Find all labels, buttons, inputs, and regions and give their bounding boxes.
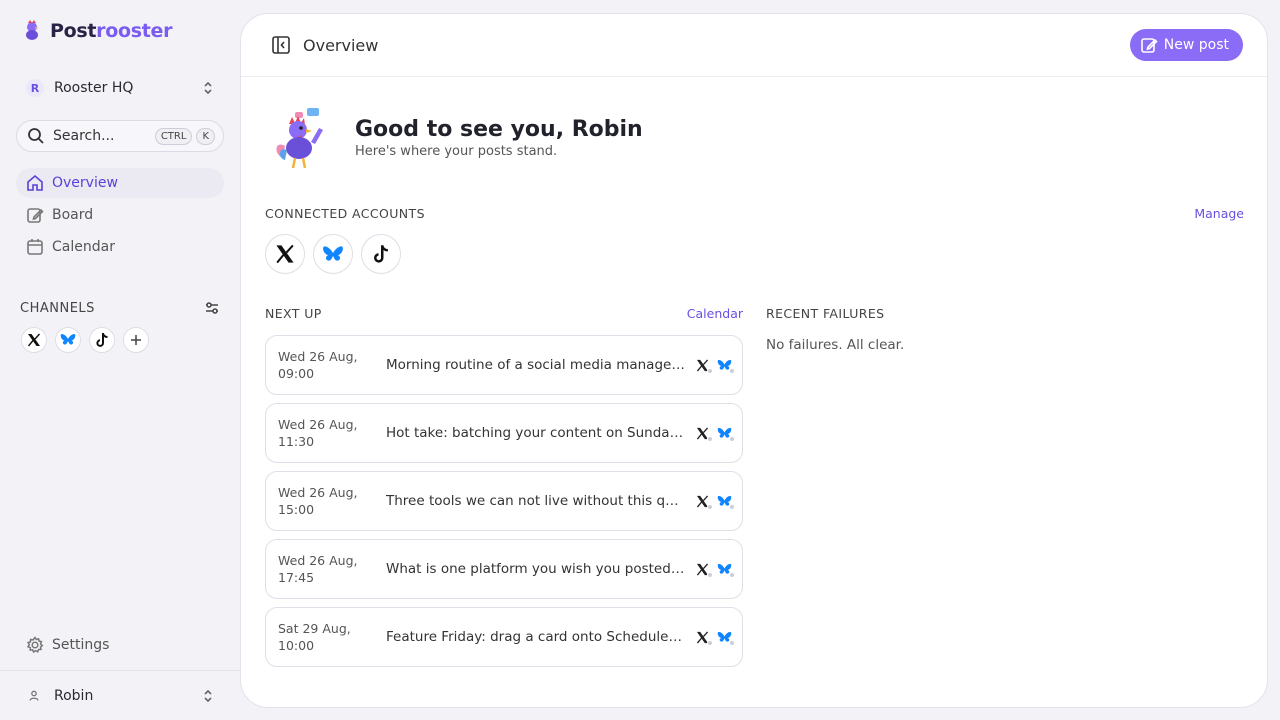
greeting-title: Good to see you, Robin [355, 117, 643, 142]
shortcut-key-k: K [196, 127, 215, 145]
page-title: Overview [303, 35, 379, 55]
settings-label: Settings [52, 637, 110, 653]
home-icon [27, 174, 43, 191]
post-card[interactable]: Wed 26 Aug, 17:45 What is one platform yo… [265, 539, 743, 599]
search-icon [28, 128, 44, 144]
manage-link[interactable]: Manage [1194, 206, 1244, 221]
plus-icon[interactable] [123, 327, 149, 353]
post-time: 15:00 [278, 502, 315, 517]
post-date: Wed 26 Aug, [278, 553, 358, 568]
post-time: 11:30 [278, 434, 315, 449]
post-card[interactable]: Wed 26 Aug, 11:30 Hot take: batching your… [265, 403, 743, 463]
channels-header: CHANNELS [20, 300, 220, 316]
new-post-label: New post [1163, 37, 1229, 53]
post-date: Wed 26 Aug, [278, 485, 358, 500]
main-panel: Overview New post Good to see you, Robin… [240, 13, 1268, 708]
search-label: Search... [53, 128, 115, 144]
nav-item-label: Overview [52, 175, 118, 191]
shortcut-key-ctrl: CTRL [154, 127, 193, 145]
calendar-icon [27, 239, 43, 255]
post-time: 17:45 [278, 570, 315, 585]
post-text: Feature Friday: drag a card onto Schedul… [386, 629, 686, 645]
user-menu[interactable]: Robin [0, 670, 240, 720]
x-logo-icon [694, 561, 713, 578]
edit-icon [27, 208, 44, 223]
calendar-link[interactable]: Calendar [687, 306, 743, 321]
bluesky-logo-icon [716, 357, 735, 374]
x-logo-icon [694, 493, 713, 510]
bluesky-logo-icon[interactable] [313, 234, 353, 274]
collapse-sidebar-icon[interactable] [271, 35, 291, 55]
greeting: Good to see you, Robin Here's where your… [271, 106, 643, 170]
chevron-updown-icon [202, 80, 214, 96]
workspace-name: Rooster HQ [54, 80, 134, 96]
post-text: Morning routine of a social media manage… [386, 357, 686, 373]
bluesky-logo-icon [716, 425, 735, 442]
brand-name-part1: Post [50, 20, 97, 42]
x-logo-icon [694, 425, 713, 442]
bluesky-logo-icon [716, 493, 735, 510]
x-logo-icon[interactable] [265, 234, 305, 274]
connected-accounts-header: CONNECTED ACCOUNTS Manage [265, 206, 1244, 221]
post-text: Hot take: batching your content on Sunda… [386, 425, 686, 441]
recent-failures-empty: No failures. All clear. [766, 337, 905, 353]
bluesky-logo-icon [716, 629, 735, 646]
next-up-header: NEXT UP Calendar [265, 306, 743, 321]
post-time: 10:00 [278, 638, 315, 653]
upcoming-posts-list: Wed 26 Aug, 09:00 Morning routine of a so… [265, 335, 743, 675]
search-button[interactable]: Search... CTRL K [16, 120, 224, 152]
post-card[interactable]: Wed 26 Aug, 09:00 Morning routine of a so… [265, 335, 743, 395]
rooster-logo-icon [26, 20, 39, 40]
main-nav: Overview Board Calendar [16, 168, 224, 264]
post-text: Three tools we can not live without this… [386, 493, 686, 509]
nav-item-board[interactable]: Board [16, 200, 224, 230]
x-logo-icon[interactable] [21, 327, 47, 353]
topbar: Overview New post [241, 14, 1267, 77]
connected-accounts-title: CONNECTED ACCOUNTS [265, 206, 425, 221]
nav-item-label: Board [52, 207, 94, 223]
post-date: Wed 26 Aug, [278, 349, 358, 364]
nav-item-overview[interactable]: Overview [16, 168, 224, 198]
tiktok-logo-icon[interactable] [361, 234, 401, 274]
bluesky-logo-icon[interactable] [55, 327, 81, 353]
greeting-subtitle: Here's where your posts stand. [355, 144, 558, 159]
rooster-mascot-icon [276, 108, 323, 169]
post-time: 09:00 [278, 366, 315, 381]
brand-logo[interactable]: Postrooster [22, 20, 173, 42]
tiktok-logo-icon[interactable] [89, 327, 115, 353]
workspace-switcher[interactable]: R Rooster HQ [16, 72, 224, 104]
nav-item-calendar[interactable]: Calendar [16, 232, 224, 262]
post-date: Sat 29 Aug, [278, 621, 351, 636]
brand-name-part2: rooster [96, 20, 173, 42]
next-up-title: NEXT UP [265, 306, 322, 321]
post-date: Wed 26 Aug, [278, 417, 358, 432]
x-logo-icon [694, 629, 713, 646]
channel-list [21, 327, 149, 353]
nav-item-label: Calendar [52, 239, 115, 255]
channels-title: CHANNELS [20, 300, 95, 316]
post-text: What is one platform you wish you posted… [386, 561, 686, 577]
workspace-avatar: R [26, 79, 44, 97]
recent-failures-title: RECENT FAILURES [766, 306, 885, 321]
new-post-button[interactable]: New post [1129, 29, 1243, 61]
filter-sliders-icon[interactable] [204, 300, 220, 316]
sidebar: Postrooster R Rooster HQ Search... CTRL … [0, 0, 240, 720]
connected-accounts-list [265, 234, 401, 274]
user-icon [29, 690, 39, 701]
gear-icon [26, 636, 44, 654]
bluesky-logo-icon [716, 561, 735, 578]
settings-link[interactable]: Settings [26, 636, 109, 654]
x-logo-icon [694, 357, 713, 374]
chevron-updown-icon [202, 687, 214, 705]
post-card[interactable]: Sat 29 Aug, 10:00 Feature Friday: drag a … [265, 607, 743, 667]
edit-icon [1140, 38, 1158, 53]
user-name: Robin [54, 687, 94, 704]
post-card[interactable]: Wed 26 Aug, 15:00 Three tools we can not … [265, 471, 743, 531]
